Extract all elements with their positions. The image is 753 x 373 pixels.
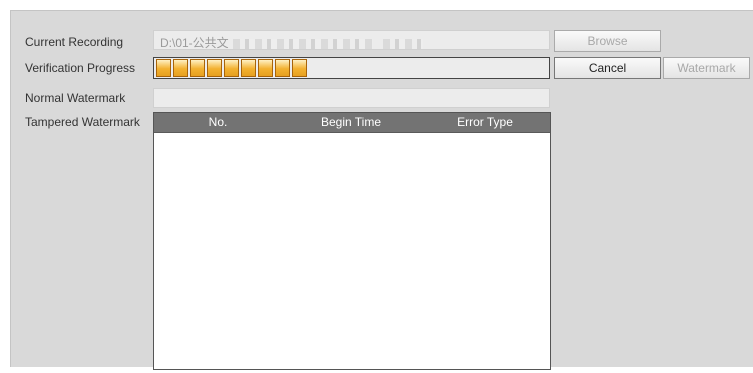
tampered-watermark-table[interactable]: No. Begin Time Error Type xyxy=(153,112,551,370)
tampered-watermark-label: Tampered Watermark xyxy=(25,115,140,129)
blurred-path-region-2 xyxy=(382,38,423,49)
current-recording-label: Current Recording xyxy=(25,35,124,49)
verification-progress-label: Verification Progress xyxy=(25,61,136,75)
progress-segment xyxy=(275,59,290,77)
column-header-no[interactable]: No. xyxy=(154,113,282,132)
progress-segment xyxy=(207,59,222,77)
progress-segment xyxy=(241,59,256,77)
progress-segment xyxy=(173,59,188,77)
column-header-begin-time[interactable]: Begin Time xyxy=(282,113,420,132)
progress-fill xyxy=(154,58,307,78)
browse-button[interactable]: Browse xyxy=(554,30,661,52)
column-header-error-type[interactable]: Error Type xyxy=(420,113,550,132)
progress-segment xyxy=(156,59,171,77)
normal-watermark-label: Normal Watermark xyxy=(25,91,126,105)
cancel-button[interactable]: Cancel xyxy=(554,57,661,79)
verification-progress-bar xyxy=(153,57,550,79)
current-recording-path-field: D:\01-公共文 xyxy=(153,30,550,50)
normal-watermark-field xyxy=(153,88,550,108)
progress-segment xyxy=(224,59,239,77)
progress-segment xyxy=(292,59,307,77)
table-header: No. Begin Time Error Type xyxy=(154,113,550,133)
watermark-button[interactable]: Watermark xyxy=(663,57,750,79)
watermark-verification-panel: Current Recording D:\01-公共文 Browse Verif… xyxy=(10,10,753,370)
progress-segment xyxy=(258,59,273,77)
blurred-path-region xyxy=(232,38,373,49)
current-recording-path-text: D:\01-公共文 xyxy=(160,36,229,50)
progress-segment xyxy=(190,59,205,77)
